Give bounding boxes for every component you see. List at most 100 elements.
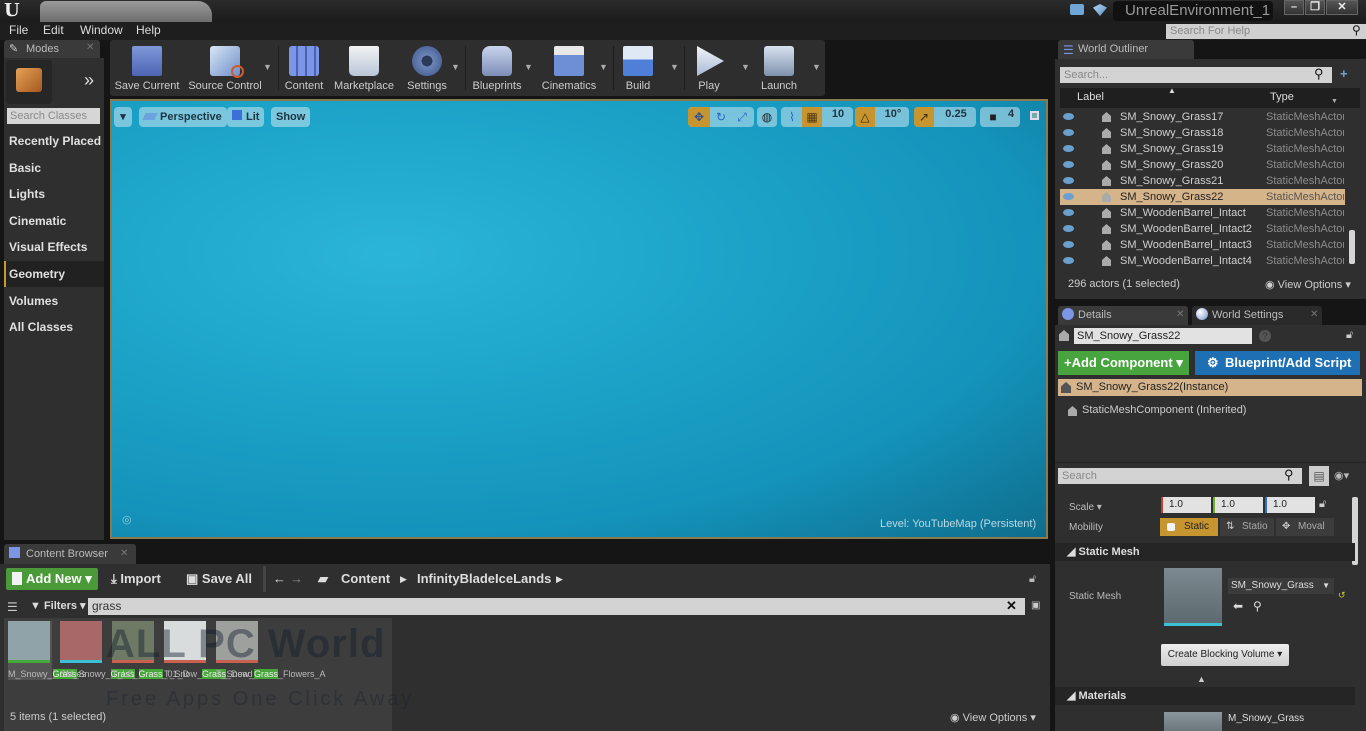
- category-geometry[interactable]: Geometry: [4, 261, 104, 287]
- content-browser-tab[interactable]: Content Browser: [4, 544, 136, 564]
- outliner-scrollbar[interactable]: [1349, 230, 1355, 264]
- outliner-row[interactable]: SM_Snowy_Grass17 StaticMeshActor: [1060, 109, 1345, 125]
- asset-search-input[interactable]: grass: [88, 598, 1025, 615]
- cinematics-dropdown-icon[interactable]: ▼: [599, 62, 608, 72]
- build-dropdown-icon[interactable]: ▼: [670, 62, 679, 72]
- close-tab-icon[interactable]: ✕: [120, 548, 128, 559]
- category-lights[interactable]: Lights: [4, 181, 104, 207]
- source-control-dropdown-icon[interactable]: ▼: [263, 62, 272, 72]
- category-volumes[interactable]: Volumes: [4, 288, 104, 314]
- create-folder-icon[interactable]: +: [1340, 66, 1348, 81]
- column-type[interactable]: Type: [1270, 91, 1294, 103]
- collapse-advanced-icon[interactable]: ▲: [1197, 674, 1206, 684]
- place-mode-button[interactable]: [6, 60, 52, 104]
- minimize-button[interactable]: –: [1284, 0, 1304, 15]
- menu-file[interactable]: File: [9, 23, 28, 37]
- source-control-button[interactable]: Source Control: [186, 44, 264, 94]
- scale-tool-icon[interactable]: ⤢: [732, 107, 752, 127]
- menu-window[interactable]: Window: [80, 23, 123, 37]
- world-settings-tab[interactable]: World Settings: [1192, 306, 1322, 325]
- launch-dropdown-icon[interactable]: ▼: [812, 62, 821, 72]
- rotation-snap-icon[interactable]: △: [855, 107, 875, 127]
- category-cinematic[interactable]: Cinematic: [4, 208, 104, 234]
- outliner-row[interactable]: SM_Snowy_Grass22 StaticMeshActor: [1060, 189, 1345, 205]
- visibility-eye-icon[interactable]: [1063, 145, 1074, 152]
- category-basic[interactable]: Basic: [4, 155, 104, 181]
- filters-button[interactable]: ▼ Filters ▾: [30, 599, 86, 612]
- close-button[interactable]: ✕: [1326, 0, 1358, 15]
- details-tab[interactable]: Details: [1058, 306, 1188, 325]
- material-thumbnail[interactable]: [1164, 712, 1222, 731]
- level-document-tab[interactable]: [40, 1, 212, 22]
- blueprints-button[interactable]: Blueprints: [470, 44, 524, 94]
- maximize-viewport-icon[interactable]: [1030, 111, 1039, 120]
- asset-tile[interactable]: M_Snowy_Grasses: [8, 621, 86, 680]
- viewport-options-button[interactable]: ▾: [114, 107, 132, 127]
- save-all-button[interactable]: ▣ Save All: [186, 568, 252, 590]
- scale-lock-icon[interactable]: 🔓︎: [1319, 498, 1326, 511]
- column-dropdown-icon[interactable]: ▼: [1331, 98, 1338, 105]
- settings-dropdown-icon[interactable]: ▼: [451, 62, 460, 72]
- scale-label[interactable]: Scale ▾: [1069, 499, 1102, 513]
- outliner-row[interactable]: SM_WoodenBarrel_Intact4 StaticMeshActor: [1060, 253, 1345, 269]
- mobility-static-option[interactable]: Static: [1160, 518, 1218, 536]
- outliner-row[interactable]: SM_Snowy_Grass19 StaticMeshActor: [1060, 141, 1345, 157]
- visibility-eye-icon[interactable]: [1063, 257, 1074, 264]
- save-search-icon[interactable]: ▣: [1031, 600, 1040, 611]
- browse-search-icon[interactable]: ⚲: [1253, 599, 1262, 613]
- content-button[interactable]: Content: [282, 44, 326, 94]
- breadcrumb-separator-icon[interactable]: ▶: [400, 574, 407, 585]
- search-classes-input[interactable]: Search Classes: [7, 108, 100, 124]
- add-new-button[interactable]: Add New ▾: [6, 568, 98, 590]
- content-view-options-button[interactable]: ◉ View Options ▾: [950, 711, 1036, 724]
- outliner-row[interactable]: SM_WoodenBarrel_Intact StaticMeshActor: [1060, 205, 1345, 221]
- scale-y-input[interactable]: 1.0: [1213, 497, 1263, 513]
- surface-snap-icon[interactable]: ⌇: [783, 107, 801, 127]
- visibility-eye-icon[interactable]: [1063, 225, 1074, 232]
- close-tab-icon[interactable]: ✕: [1176, 309, 1184, 320]
- menu-edit[interactable]: Edit: [43, 23, 64, 37]
- property-matrix-icon[interactable]: ▤: [1309, 466, 1329, 486]
- camera-speed-value[interactable]: 4: [1004, 108, 1018, 120]
- scale-z-input[interactable]: 1.0: [1265, 497, 1315, 513]
- play-dropdown-icon[interactable]: ▼: [741, 62, 750, 72]
- visibility-options-icon[interactable]: ◉▾: [1334, 469, 1349, 482]
- outliner-view-options-button[interactable]: ◉ View Options ▾: [1265, 278, 1351, 291]
- outliner-row[interactable]: SM_WoodenBarrel_Intact2 StaticMeshActor: [1060, 221, 1345, 237]
- static-mesh-thumbnail[interactable]: [1164, 568, 1222, 626]
- world-local-toggle-icon[interactable]: ◍: [757, 107, 777, 127]
- scale-x-input[interactable]: 1.0: [1161, 497, 1211, 513]
- outliner-row[interactable]: SM_WoodenBarrel_Intact3 StaticMeshActor: [1060, 237, 1345, 253]
- lit-button[interactable]: Lit: [227, 107, 265, 127]
- breadcrumb-infinitybladeicelands[interactable]: InfinityBladeIceLands: [417, 568, 551, 590]
- outliner-row[interactable]: SM_Snowy_Grass21 StaticMeshActor: [1060, 173, 1345, 189]
- visibility-eye-icon[interactable]: [1063, 209, 1074, 216]
- marketplace-button[interactable]: Marketplace: [333, 44, 395, 94]
- blueprint-add-script-button[interactable]: ⚙ Blueprint/Add Script: [1195, 351, 1360, 375]
- blueprints-dropdown-icon[interactable]: ▼: [524, 62, 533, 72]
- perspective-button[interactable]: Perspective: [139, 107, 227, 127]
- static-mesh-picker[interactable]: SM_Snowy_Grass ▼: [1228, 578, 1334, 594]
- static-mesh-section-header[interactable]: ◢ Static Mesh: [1055, 543, 1355, 561]
- visibility-eye-icon[interactable]: [1063, 177, 1074, 184]
- play-button[interactable]: Play: [690, 44, 728, 94]
- show-button[interactable]: Show: [271, 107, 311, 127]
- sources-panel-toggle-icon[interactable]: ☰: [7, 600, 18, 614]
- close-tab-icon[interactable]: ✕: [1310, 309, 1318, 320]
- visibility-eye-icon[interactable]: [1063, 113, 1074, 120]
- rotation-snap-value[interactable]: 10°: [878, 108, 908, 120]
- help-icon[interactable]: ?: [1259, 330, 1271, 342]
- notification-chat-icon[interactable]: [1070, 4, 1084, 15]
- mobility-movable-option[interactable]: ✥ Moval: [1276, 518, 1334, 536]
- viewport-info-icon[interactable]: ◎: [122, 513, 132, 526]
- visibility-eye-icon[interactable]: [1063, 129, 1074, 136]
- restore-button[interactable]: ❐: [1305, 0, 1325, 15]
- cinematics-button[interactable]: Cinematics: [540, 44, 598, 94]
- import-button[interactable]: ⤓ Import: [111, 568, 161, 590]
- category-all-classes[interactable]: All Classes: [4, 314, 104, 340]
- build-button[interactable]: Build: [618, 44, 658, 94]
- translate-tool-icon[interactable]: ✥: [688, 107, 710, 127]
- category-visual-effects[interactable]: Visual Effects: [4, 234, 104, 260]
- column-label[interactable]: Label: [1077, 91, 1104, 103]
- component-instance-row[interactable]: SM_Snowy_Grass22(Instance): [1058, 379, 1362, 396]
